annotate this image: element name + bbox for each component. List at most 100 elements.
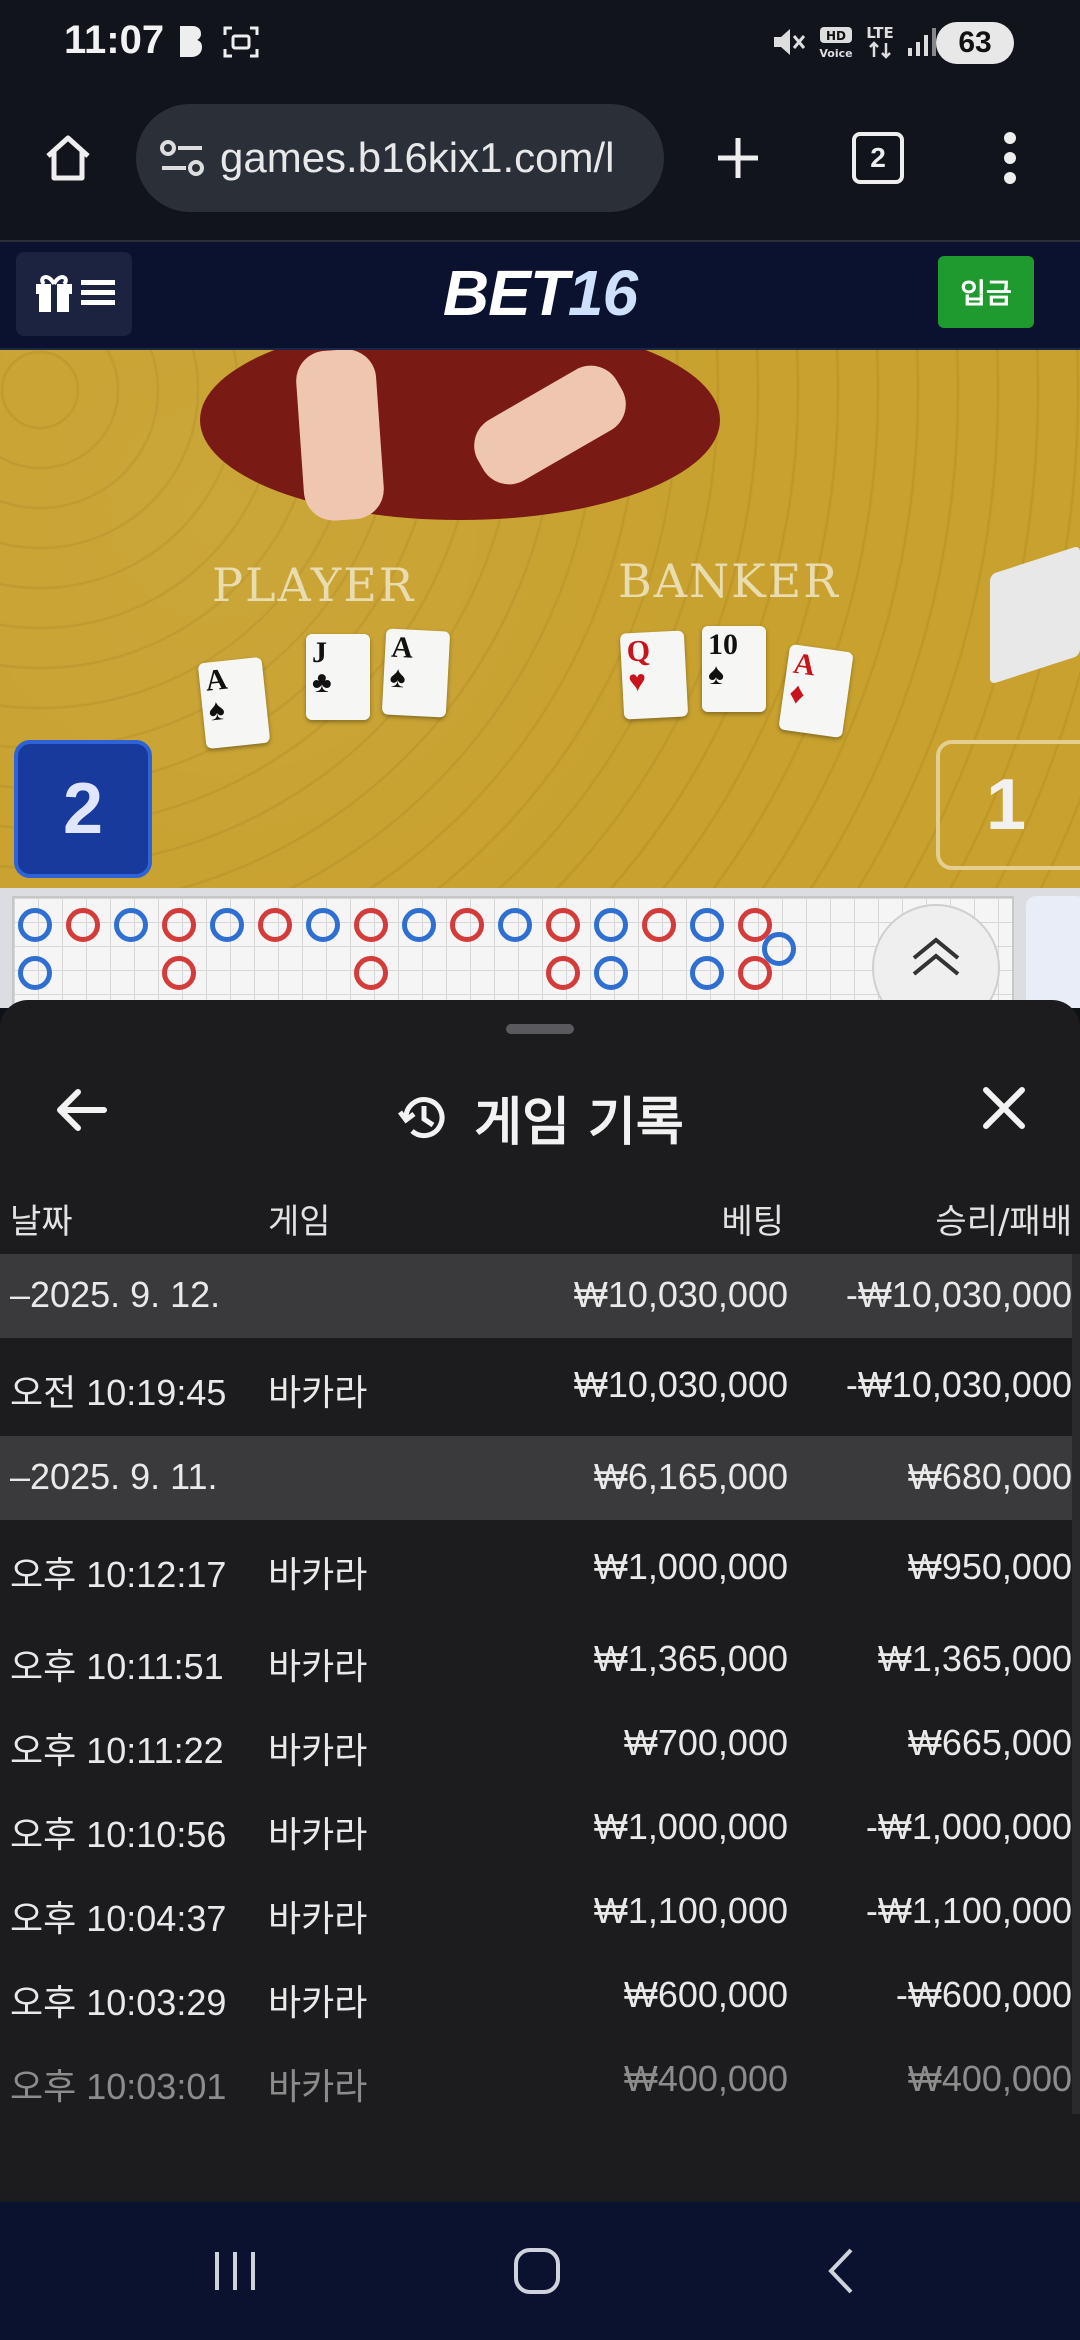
row-winloss: ₩1,365,000 (877, 1638, 1072, 1679)
date-group-row[interactable]: –2025. 9. 12. ₩10,030,000 -₩10,030,000 (0, 1254, 1080, 1338)
url-text: games.b16kix1.com/l (220, 134, 615, 181)
player-score-badge: 2 (14, 740, 152, 878)
status-time: 11:07 (64, 18, 165, 62)
bead-banker (450, 908, 484, 942)
player-card-1: A ♠ (197, 656, 271, 750)
history-row[interactable]: 오후 10:12:17 바카라 ₩1,000,000 ₩950,000 (0, 1520, 1080, 1618)
row-winloss: -₩600,000 (895, 1974, 1072, 2015)
history-row[interactable]: 오전 10:19:45 바카라 ₩10,030,000 -₩10,030,000 (0, 1338, 1080, 1436)
site-settings-icon[interactable] (158, 138, 206, 178)
scrollbar[interactable] (1072, 1254, 1080, 2114)
address-bar[interactable]: games.b16kix1.com/l (136, 104, 664, 212)
row-winloss: -₩10,030,000 (845, 1274, 1072, 1315)
row-game: 바카라 (268, 1554, 368, 1595)
row-game: 바카라 (268, 1898, 368, 1939)
history-row[interactable]: 오후 10:11:22 바카라 ₩700,000 ₩665,000 (0, 1702, 1080, 1786)
svg-text:LTE: LTE (866, 24, 894, 42)
chevron-left-icon (828, 2248, 853, 2294)
player-card-2: J ♣ (306, 634, 370, 720)
row-bet: ₩400,000 (623, 2058, 788, 2099)
bead-player (690, 908, 724, 942)
row-game: 바카라 (268, 1982, 368, 2023)
roadmap-side-tab[interactable] (1026, 896, 1080, 1008)
row-time: 오후 10:04:37 (10, 1898, 227, 1939)
row-time: 오후 10:03:01 (10, 2066, 227, 2107)
row-bet: ₩1,365,000 (593, 1638, 788, 1679)
row-winloss: -₩10,030,000 (845, 1364, 1072, 1405)
row-bet: ₩1,000,000 (593, 1546, 788, 1587)
col-game: 게임 (268, 1202, 331, 1242)
history-row[interactable]: 오후 10:04:37 바카라 ₩1,100,000 -₩1,100,000 (0, 1870, 1080, 1954)
col-winloss: 승리/패배 (935, 1202, 1072, 1242)
row-winloss: ₩680,000 (907, 1456, 1072, 1497)
bead-player (690, 956, 724, 990)
card-shoe (990, 545, 1080, 685)
bead-banker (546, 956, 580, 990)
home-circle-icon (514, 2248, 560, 2294)
row-game: 바카라 (268, 1372, 368, 1413)
bead-banker (162, 908, 196, 942)
bead-banker (354, 956, 388, 990)
deposit-button[interactable]: 입금 (938, 256, 1034, 328)
roadmap[interactable] (0, 888, 1080, 1008)
dealer (200, 350, 720, 520)
bead-player (18, 956, 52, 990)
bead-player (594, 908, 628, 942)
bead-player (114, 908, 148, 942)
bead-road (12, 896, 1014, 1008)
browser-toolbar: games.b16kix1.com/l 2 (0, 88, 1080, 242)
game-history-sheet: 게임 기록 날짜 게임 베팅 승리/패배 –2025. 9. 12. ₩10,0… (0, 1000, 1080, 2202)
more-menu-icon[interactable] (968, 116, 1052, 200)
row-bet: ₩700,000 (623, 1722, 788, 1763)
bead-banker (546, 908, 580, 942)
tab-count: 2 (852, 132, 904, 184)
battery-indicator: 63 (936, 22, 1014, 64)
tab-switcher-button[interactable]: 2 (836, 116, 920, 200)
row-bet: ₩10,030,000 (573, 1364, 788, 1405)
svg-text:Voice: Voice (819, 47, 852, 60)
row-bet: ₩1,100,000 (593, 1890, 788, 1931)
sheet-header: 게임 기록 (0, 1056, 1080, 1156)
row-game: 바카라 (268, 1646, 368, 1687)
live-video[interactable]: PLAYER BANKER A ♠ J ♣ A ♠ Q ♥ 10 ♠ A ♦ 2 1 (0, 350, 1080, 888)
bead-player (402, 908, 436, 942)
sheet-grabber[interactable] (506, 1024, 574, 1034)
row-bet: ₩6,165,000 (593, 1456, 788, 1497)
row-date: –2025. 9. 12. (10, 1274, 221, 1315)
history-row[interactable]: 오후 10:03:01 바카라 ₩400,000 ₩400,000 (0, 2038, 1080, 2122)
row-time: 오후 10:10:56 (10, 1814, 227, 1855)
row-time: 오후 10:03:29 (10, 1982, 227, 2023)
screenshot-icon (222, 22, 260, 62)
row-game: 바카라 (268, 2066, 368, 2107)
sheet-title: 게임 기록 (0, 1080, 1080, 1155)
date-group-row[interactable]: –2025. 9. 11. ₩6,165,000 ₩680,000 (0, 1436, 1080, 1520)
new-tab-icon[interactable] (696, 116, 780, 200)
site-logo[interactable]: BET16 (0, 256, 1080, 330)
row-time: 오후 10:11:51 (10, 1646, 224, 1687)
sheet-title-text: 게임 기록 (474, 1093, 684, 1153)
home-icon[interactable] (26, 116, 110, 200)
signal-icon (906, 22, 938, 62)
col-bet: 베팅 (721, 1202, 784, 1242)
bead-player (498, 908, 532, 942)
close-button[interactable] (972, 1076, 1036, 1140)
banker-zone-label: BANKER (618, 554, 840, 608)
recent-apps-button[interactable] (190, 2236, 280, 2306)
row-winloss: ₩400,000 (907, 2058, 1072, 2099)
row-date: –2025. 9. 11. (10, 1456, 218, 1497)
row-time: 오전 10:19:45 (10, 1372, 227, 1413)
chevron-up-icon (912, 937, 960, 976)
row-winloss: ₩950,000 (907, 1546, 1072, 1587)
bead-player (306, 908, 340, 942)
back-nav-button[interactable] (796, 2236, 886, 2306)
bead-banker (642, 908, 676, 942)
row-bet: ₩10,030,000 (573, 1274, 788, 1315)
history-row[interactable]: 오후 10:03:29 바카라 ₩600,000 -₩600,000 (0, 1954, 1080, 2038)
home-button[interactable] (492, 2236, 582, 2306)
dealer-hand-left (294, 350, 386, 523)
close-icon (983, 1087, 1025, 1129)
history-row[interactable]: 오후 10:11:51 바카라 ₩1,365,000 ₩1,365,000 (0, 1618, 1080, 1702)
banker-card-2: 10 ♠ (702, 626, 766, 712)
player-card-3: A ♠ (381, 628, 451, 718)
history-row[interactable]: 오후 10:10:56 바카라 ₩1,000,000 -₩1,000,000 (0, 1786, 1080, 1870)
